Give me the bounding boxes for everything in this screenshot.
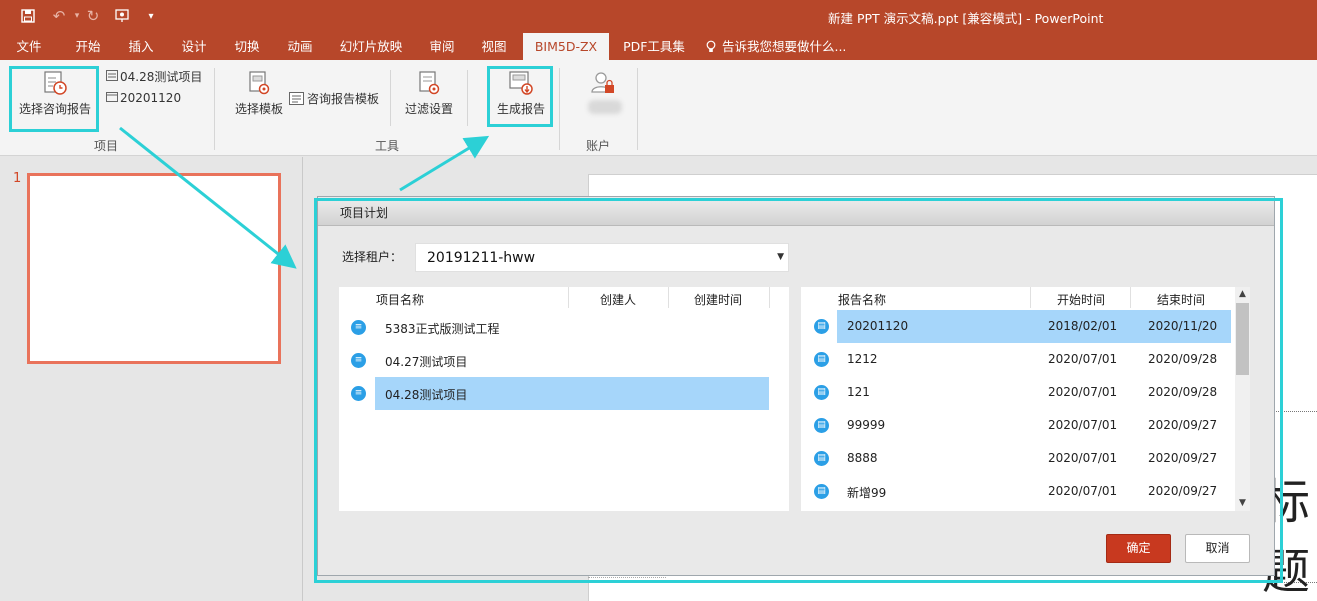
slide-number: 1 (13, 171, 22, 186)
select-template-label: 选择模板 (234, 102, 283, 116)
filter-settings-label: 过滤设置 (404, 102, 453, 116)
project-list-icon (106, 70, 120, 84)
account-button[interactable] (584, 70, 624, 120)
tab-file[interactable]: 文件 (8, 33, 50, 60)
tab-slideshow[interactable]: 幻灯片放映 (334, 33, 408, 60)
group-label-account: 账户 (586, 139, 611, 153)
ribbon-separator (467, 70, 468, 126)
title-bar: ↶ ▾ ↻ ▾ 新建 PPT 演示文稿.ppt [兼容模式] - PowerPo… (0, 0, 1317, 33)
dialog-highlight (314, 198, 1283, 583)
group-label-tools: 工具 (375, 139, 400, 153)
current-project-label: 04.28测试项目 (120, 70, 203, 84)
tab-insert[interactable]: 插入 (119, 33, 163, 60)
user-lock-icon (590, 70, 616, 99)
consult-report-template-label: 咨询报告模板 (307, 92, 380, 106)
tell-me-label: 告诉我您想要做什么... (721, 39, 847, 54)
present-from-start-icon[interactable] (112, 6, 132, 26)
calendar-icon (106, 91, 120, 105)
ribbon-separator (390, 70, 391, 126)
redo-icon[interactable]: ↻ (83, 6, 103, 26)
ribbon-tabs: 文件 开始 插入 设计 切换 动画 幻灯片放映 审阅 视图 BIM5D-ZX P… (0, 33, 1317, 60)
select-template-button[interactable]: 选择模板 (232, 68, 286, 128)
lightbulb-icon (704, 33, 718, 60)
tab-pdf-tools[interactable]: PDF工具集 (618, 33, 690, 60)
current-report-label: 20201120 (120, 91, 182, 105)
group-label-project: 项目 (94, 139, 119, 153)
tab-bim5d-zx[interactable]: BIM5D-ZX (523, 33, 609, 60)
generate-report-highlight (487, 66, 553, 127)
window-title: 新建 PPT 演示文稿.ppt [兼容模式] - PowerPoint (828, 11, 1104, 26)
tab-view[interactable]: 视图 (472, 33, 516, 60)
slide-thumbnail[interactable] (27, 173, 281, 364)
filter-gear-icon (417, 70, 441, 99)
undo-icon[interactable]: ↶ (49, 6, 69, 26)
tab-transitions[interactable]: 切换 (225, 33, 269, 60)
tell-me-search[interactable]: 告诉我您想要做什么... (704, 33, 854, 60)
current-report-item[interactable]: 20201120 (106, 91, 181, 107)
current-project-item[interactable]: 04.28测试项目 (106, 68, 202, 84)
ribbon-separator (214, 68, 215, 150)
tab-home[interactable]: 开始 (66, 33, 110, 60)
tab-design[interactable]: 设计 (172, 33, 216, 60)
consult-report-template-button[interactable]: 咨询报告模板 (289, 90, 379, 107)
ribbon-separator (559, 68, 560, 150)
blurred-username (588, 100, 622, 114)
tab-animations[interactable]: 动画 (278, 33, 322, 60)
customize-toolbar-icon[interactable]: ▾ (141, 6, 161, 26)
template-gear-icon (247, 70, 271, 99)
tab-review[interactable]: 审阅 (420, 33, 464, 60)
select-report-highlight (9, 66, 99, 132)
save-icon[interactable] (18, 6, 38, 26)
ribbon-separator (637, 68, 638, 150)
template-doc-icon (289, 92, 307, 106)
ribbon-bim5d: 选择咨询报告 04.28测试项目 20201120 项目 选择模板 咨询报告模板… (0, 60, 1317, 156)
filter-settings-button[interactable]: 过滤设置 (402, 68, 456, 128)
